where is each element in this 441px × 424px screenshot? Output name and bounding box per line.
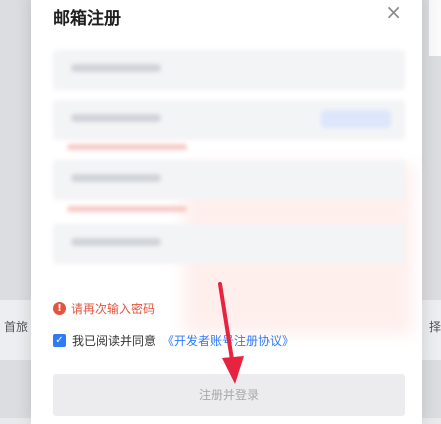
arrow-head	[222, 356, 244, 384]
arrow-shaft	[218, 282, 235, 368]
annotation-arrow	[218, 282, 244, 384]
